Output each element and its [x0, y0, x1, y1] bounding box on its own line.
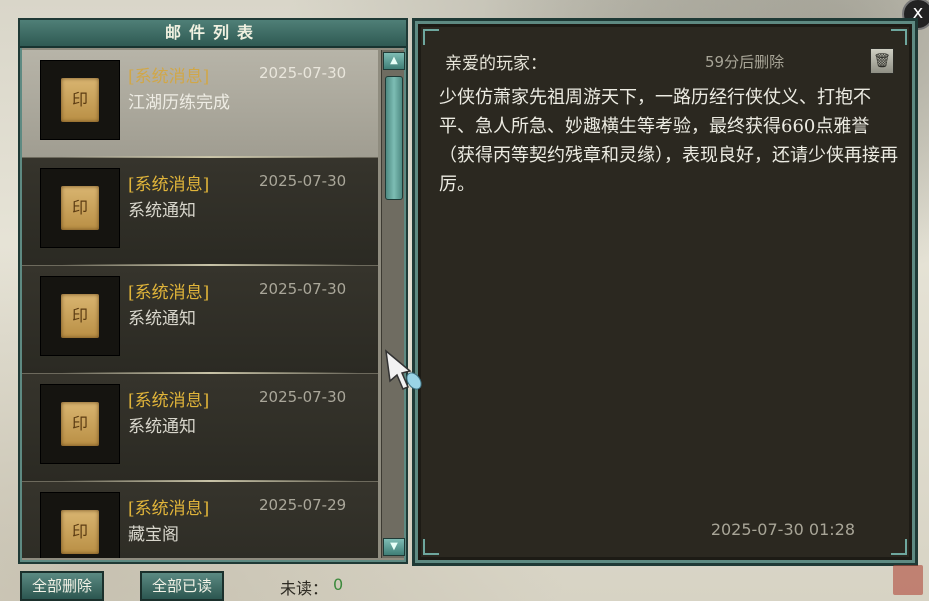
mail-subject: 藏宝阁 [128, 525, 179, 545]
seal-stamp [893, 565, 923, 595]
seal-icon: 印 [61, 402, 99, 446]
mail-item[interactable]: 印 [系统消息] 2025-07-30 系统通知 [22, 158, 378, 266]
mail-tag: [系统消息] [128, 391, 210, 411]
mail-greeting: 亲爱的玩家： [445, 54, 547, 74]
mail-thumbnail: 印 [40, 168, 120, 248]
mail-list-title: 邮件列表 [20, 20, 406, 48]
mail-date: 2025-07-30 [259, 64, 347, 82]
scroll-up-icon[interactable]: ▲ [383, 52, 405, 70]
trash-icon: 🗑 [873, 53, 891, 69]
mail-tag: [系统消息] [128, 175, 210, 195]
mail-subject: 系统通知 [128, 417, 196, 437]
mail-date: 2025-07-30 [259, 388, 347, 406]
frame-corner [891, 29, 907, 45]
seal-icon: 印 [61, 294, 99, 338]
mail-body: 少侠仿萧家先祖周游天下，一路历经行侠仗义、打抱不平、急人所急、妙趣横生等考验，最… [439, 87, 898, 195]
mail-thumbnail: 印 [40, 60, 120, 140]
mail-item[interactable]: 印 [系统消息] 2025-07-30 江湖历练完成 [22, 50, 378, 158]
frame-corner [423, 29, 439, 45]
mail-item[interactable]: 印 [系统消息] 2025-07-29 藏宝阁 [22, 482, 378, 558]
delete-mail-button[interactable]: 🗑 [870, 48, 894, 74]
sent-time: 2025-07-30 01:28 [710, 520, 855, 539]
scroll-thumb[interactable] [385, 76, 403, 200]
mail-date: 2025-07-30 [259, 280, 347, 298]
mail-date: 2025-07-30 [259, 172, 347, 190]
mail-subject: 江湖历练完成 [128, 93, 230, 113]
mail-list-scrollbar[interactable]: ▲ ▼ [381, 50, 405, 558]
mail-tag: [系统消息] [128, 67, 210, 87]
expire-time: 59分后删除 [705, 53, 785, 71]
mail-list-panel: 邮件列表 印 [系统消息] 2025-07-30 江湖历练完成 印 [系统消息]… [18, 18, 408, 564]
frame-corner [423, 539, 439, 555]
mail-list[interactable]: 印 [系统消息] 2025-07-30 江湖历练完成 印 [系统消息] 2025… [22, 50, 378, 558]
unread-count: 0 [333, 575, 344, 594]
frame-corner [891, 539, 907, 555]
mail-item[interactable]: 印 [系统消息] 2025-07-30 系统通知 [22, 374, 378, 482]
mail-item[interactable]: 印 [系统消息] 2025-07-30 系统通知 [22, 266, 378, 374]
mail-tag: [系统消息] [128, 283, 210, 303]
seal-icon: 印 [61, 186, 99, 230]
read-all-button[interactable]: 全部已读 [140, 571, 225, 601]
mail-tag: [系统消息] [128, 499, 210, 519]
mail-date: 2025-07-29 [259, 496, 347, 514]
unread-label: 未读： [280, 579, 329, 598]
mail-subject: 系统通知 [128, 309, 196, 329]
mail-thumbnail: 印 [40, 492, 120, 558]
seal-icon: 印 [61, 510, 99, 554]
mail-thumbnail: 印 [40, 276, 120, 356]
mail-detail-panel: 亲爱的玩家： 59分后删除 🗑 少侠仿萧家先祖周游天下，一路历经行侠仗义、打抱不… [412, 18, 918, 566]
seal-icon: 印 [61, 78, 99, 122]
delete-all-button[interactable]: 全部删除 [20, 571, 105, 601]
scroll-down-icon[interactable]: ▼ [383, 538, 405, 556]
cursor-icon [385, 349, 422, 390]
mail-thumbnail: 印 [40, 384, 120, 464]
mail-subject: 系统通知 [128, 201, 196, 221]
